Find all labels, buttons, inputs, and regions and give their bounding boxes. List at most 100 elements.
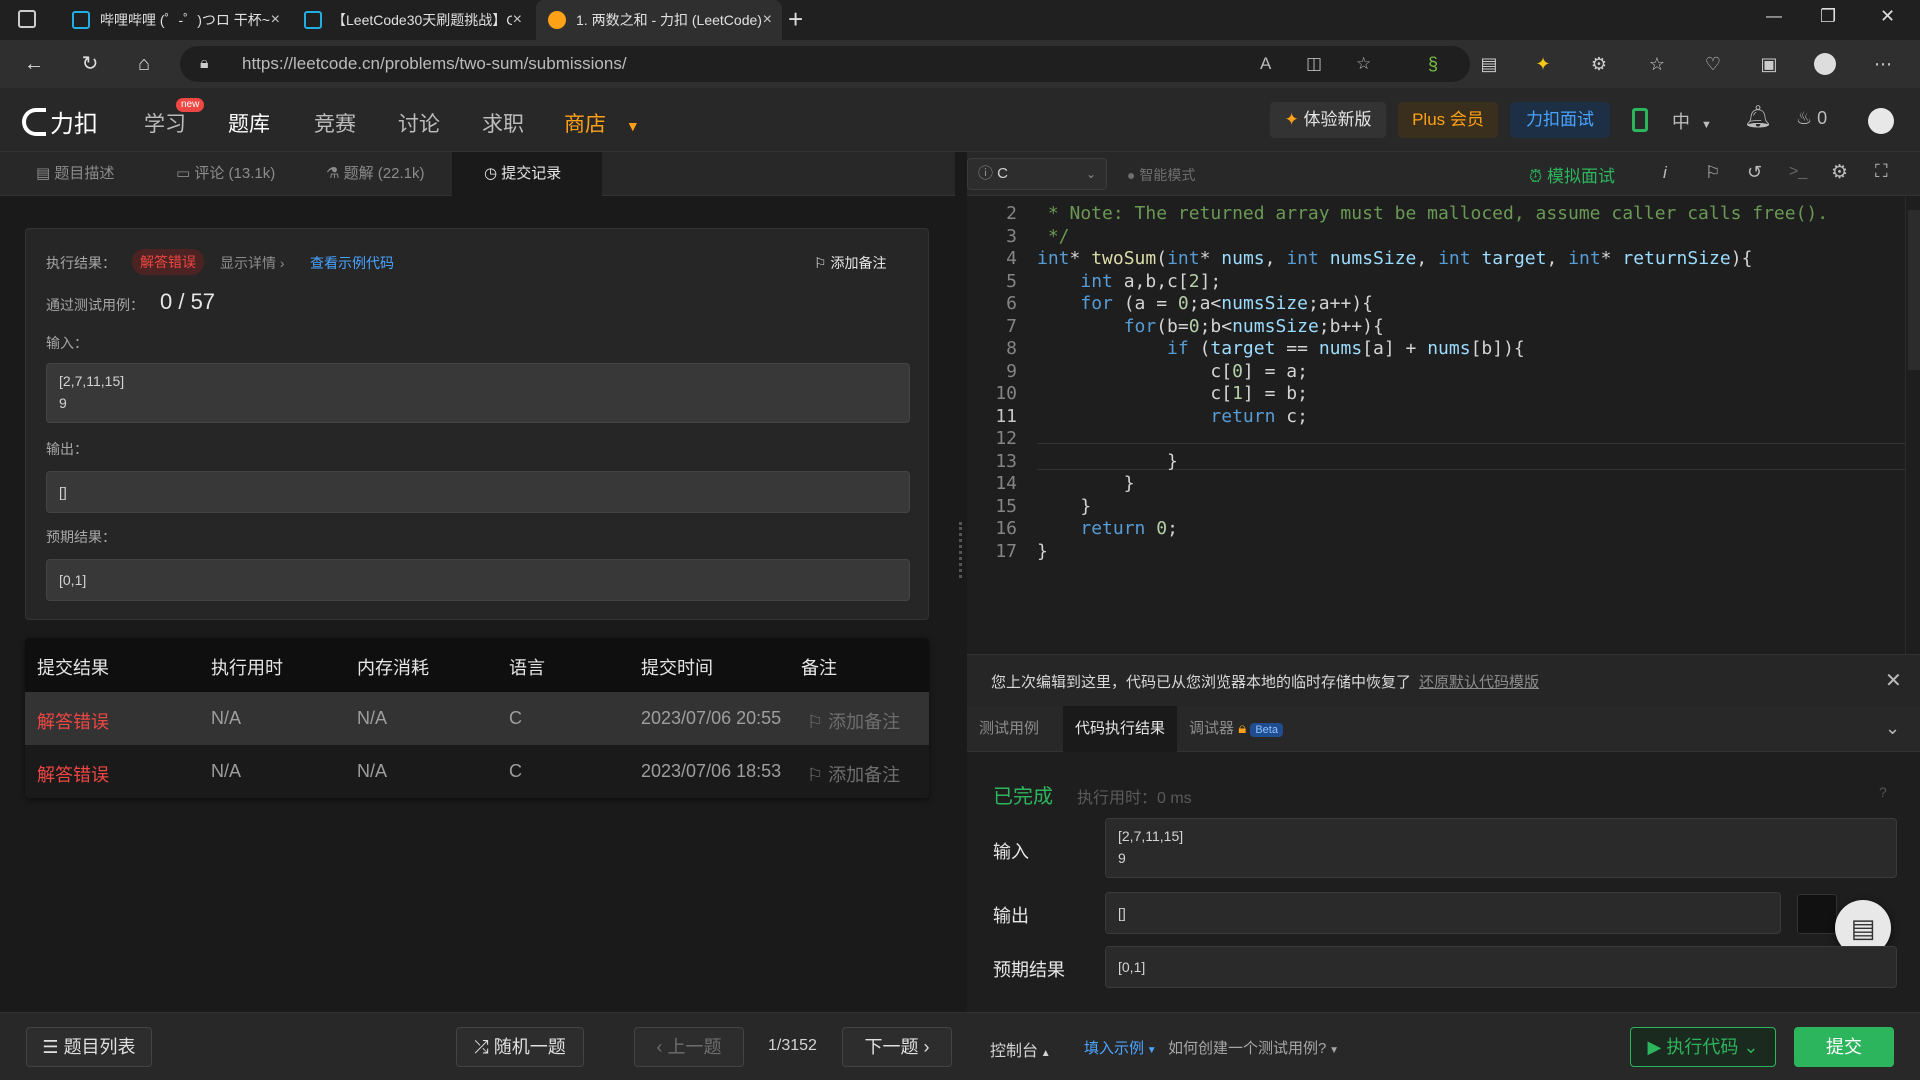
smart-mode-toggle[interactable]: ● 智能模式 xyxy=(1127,165,1195,185)
tab-actions-icon[interactable] xyxy=(18,10,36,28)
button-label: 执行代码 xyxy=(1666,1037,1739,1057)
column-header: 提交结果 xyxy=(37,658,109,678)
result-cell[interactable]: 解答错误 xyxy=(37,708,109,734)
add-note-button[interactable]: ⚐ 添加备注 xyxy=(814,253,886,273)
nav-discuss[interactable]: 讨论 xyxy=(398,108,440,138)
try-new-version-button[interactable]: ✦ 体验新版 xyxy=(1270,102,1386,138)
list-icon: ☰ xyxy=(42,1037,64,1057)
output-label: 输出 xyxy=(993,906,1029,926)
input-line: [2,7,11,15] xyxy=(1118,828,1184,844)
mock-interview-button[interactable]: ⏰︎ 模拟面试 xyxy=(1529,162,1615,187)
nav-label: 商店 xyxy=(564,113,606,136)
more-menu-icon[interactable]: ⋯ xyxy=(1872,53,1894,75)
interview-button[interactable]: 力扣面试 xyxy=(1510,102,1610,138)
table-row[interactable]: 解答错误 N/A N/A C 2023/07/06 20:55 ⚐ 添加备注 xyxy=(25,692,929,745)
button-label: 体验新版 xyxy=(1303,110,1372,129)
performance-icon[interactable]: ♡ xyxy=(1702,53,1724,75)
settings-gear-icon[interactable]: ⚙ xyxy=(1831,161,1848,184)
profile-avatar[interactable] xyxy=(1814,53,1836,75)
split-view-icon[interactable]: ◫ xyxy=(1306,46,1322,82)
bell-icon[interactable]: 🔔︎ xyxy=(1744,104,1772,130)
home-icon[interactable]: ⌂ xyxy=(132,52,156,76)
next-problem-button[interactable]: 下一题 › xyxy=(842,1027,952,1067)
read-aloud-icon[interactable]: A xyxy=(1260,46,1271,82)
fullscreen-icon[interactable]: ⛶ xyxy=(1875,161,1888,182)
submit-button[interactable]: 提交 xyxy=(1794,1027,1894,1067)
close-tab-icon[interactable]: × xyxy=(513,11,522,29)
tab-submissions[interactable]: ◷ 提交记录 xyxy=(452,152,602,196)
tab-run-result[interactable]: 代码执行结果 xyxy=(1063,706,1178,752)
view-sample-code-link[interactable]: 查看示例代码 xyxy=(310,253,394,273)
nav-problems[interactable]: 题库 xyxy=(228,108,270,155)
points-value: 0 xyxy=(1817,108,1828,128)
how-create-testcase-link[interactable]: 如何创建一个测试用例? ▼ xyxy=(1168,1037,1339,1058)
nav-jobs[interactable]: 求职 xyxy=(482,108,524,138)
extensions-puzzle-icon[interactable]: ⚙ xyxy=(1588,53,1610,75)
maximize-button[interactable]: ❐ xyxy=(1820,6,1836,27)
result-cell[interactable]: 解答错误 xyxy=(37,761,109,787)
tab-debugger[interactable]: 调试器 🔒︎ Beta xyxy=(1177,706,1295,752)
table-header: 提交结果 执行用时 内存消耗 语言 提交时间 备注 xyxy=(25,638,929,692)
problem-list-button[interactable]: ☰ 题目列表 xyxy=(26,1027,152,1067)
close-icon[interactable]: ✕ xyxy=(1885,668,1902,693)
nav-learn[interactable]: 学习 new xyxy=(144,98,205,138)
leetcode-logo[interactable]: 力扣 xyxy=(22,104,98,139)
points-counter[interactable]: ♨ 0 xyxy=(1796,108,1827,129)
url-text: https://leetcode.cn/problems/two-sum/sub… xyxy=(242,54,627,73)
flag-icon[interactable]: ⚐ xyxy=(1705,163,1720,183)
refresh-icon[interactable]: ↻ xyxy=(78,52,102,76)
fill-example-link[interactable]: 填入示例 ▼ xyxy=(1084,1037,1157,1058)
diff-toggle[interactable] xyxy=(1797,894,1837,934)
button-label: 随机一题 xyxy=(493,1037,566,1057)
close-tab-icon[interactable]: × xyxy=(763,11,772,29)
favorites-icon[interactable]: ☆ xyxy=(1646,53,1668,75)
console-toggle[interactable]: 控制台 ▲ xyxy=(990,1037,1051,1061)
scrollbar-thumb[interactable] xyxy=(1908,210,1920,370)
table-row[interactable]: 解答错误 N/A N/A C 2023/07/06 18:53 ⚐ 添加备注 xyxy=(25,745,929,798)
collapse-chevron-icon[interactable]: ⌄ xyxy=(1885,718,1900,739)
new-tab-button[interactable]: + xyxy=(788,4,803,35)
tab-solutions[interactable]: ⚗ 题解 (22.1k) xyxy=(316,152,434,196)
terminal-icon[interactable]: >_ xyxy=(1789,163,1807,181)
reset-icon[interactable]: ↺ xyxy=(1747,162,1762,183)
info-i-icon[interactable]: i xyxy=(1663,163,1667,183)
browser-tab-bilibili[interactable]: 哔哩哔哩 (゜-゜)つロ 干杯~-bilibi × xyxy=(60,0,290,40)
show-details-link[interactable]: 显示详情 › xyxy=(220,253,285,273)
tab-comments[interactable]: ▭ 评论 (13.1k) xyxy=(166,152,285,196)
back-icon[interactable]: ← xyxy=(22,52,46,76)
browser-tab-two-sum[interactable]: 1. 两数之和 - 力扣 (LeetCode) × xyxy=(536,0,782,40)
random-problem-button[interactable]: ⤮ 随机一题 xyxy=(456,1027,584,1067)
passed-cases-label: 通过测试用例： xyxy=(46,297,144,313)
extension-icon-green[interactable]: § xyxy=(1422,53,1444,75)
language-select[interactable]: ⓘ C ⌄ xyxy=(967,158,1107,190)
scrollbar[interactable] xyxy=(1905,196,1920,654)
tab-description[interactable]: ▤ 题目描述 xyxy=(26,152,124,196)
add-note-button[interactable]: ⚐ 添加备注 xyxy=(807,761,900,787)
nav-store[interactable]: 商店 ▼ xyxy=(564,108,640,138)
panel-splitter[interactable] xyxy=(955,152,967,1012)
code-line[interactable]: 17} xyxy=(967,538,1907,565)
reader-icon[interactable]: ▤ xyxy=(1478,53,1500,75)
math-solver-icon[interactable]: ▣ xyxy=(1758,53,1780,75)
browser-tab-leetcode30[interactable]: 【LeetCode30天刷题挑战】C 1_ × xyxy=(292,0,532,40)
code-editor[interactable]: 2 * Note: The returned array must be mal… xyxy=(967,196,1920,654)
address-input[interactable]: 🔒︎ https://leetcode.cn/problems/two-sum/… xyxy=(180,46,1470,82)
prev-problem-button[interactable]: ‹ 上一题 xyxy=(634,1027,744,1067)
close-tab-icon[interactable]: × xyxy=(271,11,280,29)
run-code-button[interactable]: ▶ 执行代码 ⌄ xyxy=(1630,1027,1776,1067)
minimize-button[interactable]: — xyxy=(1766,8,1782,26)
language-switch[interactable]: 中 ▼ xyxy=(1672,108,1712,134)
extension-icon-yellow[interactable]: ✦ xyxy=(1532,53,1554,75)
tab-label: 题解 (22.1k) xyxy=(343,165,425,182)
tab-testcase[interactable]: 测试用例 xyxy=(967,706,1051,752)
nav-contest[interactable]: 竞赛 xyxy=(314,108,356,138)
favorite-star-icon[interactable]: ☆ xyxy=(1356,46,1371,82)
memory-cell: N/A xyxy=(357,761,388,781)
add-note-button[interactable]: ⚐ 添加备注 xyxy=(807,708,900,734)
close-window-button[interactable]: ✕ xyxy=(1880,6,1895,27)
plus-membership-button[interactable]: Plus 会员 xyxy=(1398,102,1498,138)
restore-default-link[interactable]: 还原默认代码模版 xyxy=(1419,671,1539,692)
help-icon[interactable]: ? xyxy=(1879,784,1887,800)
user-avatar[interactable] xyxy=(1868,108,1894,134)
mobile-app-icon[interactable] xyxy=(1632,108,1648,132)
